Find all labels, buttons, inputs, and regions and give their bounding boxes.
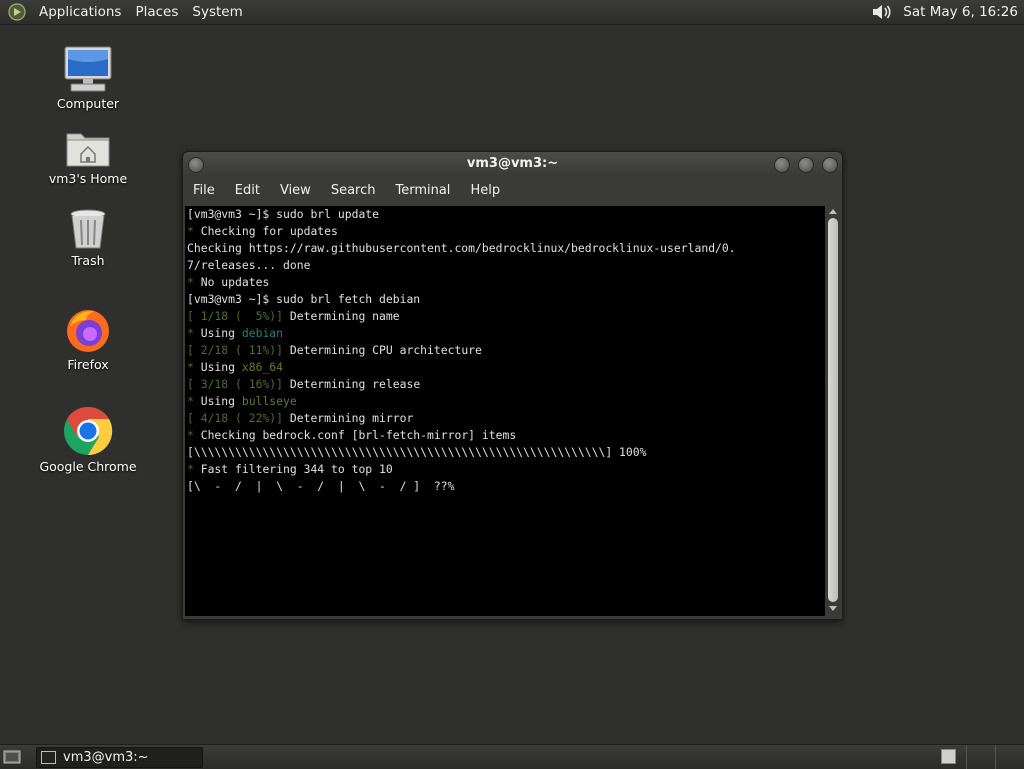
terminal-line: Checking https://raw.githubusercontent.c… [187,240,825,257]
terminal-text: bullseye [241,394,297,408]
terminal-line: [ 4/18 ( 22%)] Determining mirror [187,410,825,427]
terminal-text: Checking for updates [200,224,338,238]
applications-menu[interactable]: Applications [32,4,128,20]
scroll-up-arrow-icon[interactable] [829,209,837,214]
desktop-icon-label: vm3's Home [48,171,128,186]
terminal-text: Using [200,360,242,374]
desktop-icon-label: Firefox [67,357,109,372]
terminal-text: No updates [200,275,270,289]
top-panel: Applications Places System Sat May 6, 16… [0,0,1024,25]
terminal-text: [vm3@vm3 ~]$ sudo brl update [187,207,380,221]
desktop-icon-computer[interactable]: Computer [33,45,143,111]
terminal-line: [vm3@vm3 ~]$ sudo brl update [187,206,825,223]
minimize-button[interactable] [774,157,790,173]
terminal-text: Fast filtering 344 to top 10 [200,462,393,476]
places-menu[interactable]: Places [128,4,185,20]
terminal-text: debian [241,326,284,340]
menu-file[interactable]: File [183,183,225,198]
terminal-text: Determining mirror [283,411,414,425]
menu-search[interactable]: Search [321,183,386,198]
terminal-text: * [187,326,201,340]
terminal-scrollbar[interactable] [827,206,839,616]
window-title: vm3@vm3:~ [466,156,559,171]
taskbar-terminal-button[interactable]: vm3@vm3:~ [36,747,203,768]
terminal-text: * [187,394,201,408]
terminal-line: * Checking bedrock.conf [brl-fetch-mirro… [187,427,825,444]
terminal-text: * [187,360,201,374]
close-button[interactable] [822,157,838,173]
terminal-line: [ 1/18 ( 5%)] Determining name [187,308,825,325]
terminal-text: Determining name [283,309,400,323]
terminal-text: * [187,275,201,289]
clock[interactable]: Sat May 6, 16:26 [903,4,1018,20]
trash-icon [70,209,106,249]
maximize-button[interactable] [798,157,814,173]
desktop-icon-label: Trash [71,253,105,268]
terminal-text: [vm3@vm3 ~]$ sudo brl fetch debian [187,292,421,306]
desktop-icon-label: Google Chrome [39,459,137,474]
terminal-line: * Fast filtering 344 to top 10 [187,461,825,478]
home-folder-icon [66,133,110,167]
bottom-panel: vm3@vm3:~ [0,744,1024,769]
system-menu[interactable]: System [185,4,249,20]
taskbar-label: vm3@vm3:~ [63,750,149,765]
terminal-text: Checking bedrock.conf [brl-fetch-mirror]… [200,428,517,442]
volume-icon[interactable] [871,2,893,22]
terminal-text: Determining CPU architecture [283,343,482,357]
show-desktop-icon[interactable] [3,748,21,764]
window-menu-button[interactable] [188,157,204,173]
terminal-text: [ 1/18 ( 5%)] [187,309,284,323]
terminal-line: [vm3@vm3 ~]$ sudo brl fetch debian [187,291,825,308]
terminal-line: [\\\\\\\\\\\\\\\\\\\\\\\\\\\\\\\\\\\\\\\… [187,444,825,461]
terminal-window[interactable]: vm3@vm3:~ File Edit View Search Terminal… [182,151,843,620]
scrollbar-thumb[interactable] [828,218,838,602]
desktop-icon-label: Computer [56,96,120,111]
terminal-line: * Using debian [187,325,825,342]
terminal-line: [ 3/18 ( 16%)] Determining release [187,376,825,393]
terminal-line: * Using bullseye [187,393,825,410]
terminal-icon [41,751,56,764]
terminal-text: Determining release [283,377,421,391]
firefox-icon [67,310,109,352]
desktop-icon-chrome[interactable]: Google Chrome [33,406,143,474]
computer-icon [64,46,112,92]
menu-help[interactable]: Help [460,183,510,198]
workspace-switcher-1[interactable] [941,749,956,764]
menu-view[interactable]: View [270,183,321,198]
chrome-icon [64,406,113,456]
window-titlebar[interactable]: vm3@vm3:~ [183,152,842,176]
terminal-menubar: File Edit View Search Terminal Help [183,176,842,204]
terminal-line: * Checking for updates [187,223,825,240]
terminal-output[interactable]: [vm3@vm3 ~]$ sudo brl update * Checking f… [185,206,825,616]
terminal-text: [ 2/18 ( 11%)] [187,343,284,357]
terminal-text: [ 3/18 ( 16%)] [187,377,284,391]
terminal-line: * Using x86_64 [187,359,825,376]
menu-terminal[interactable]: Terminal [385,183,460,198]
terminal-line: [\ - / | \ - / | \ - / ] ??% [187,478,825,495]
terminal-line: * No updates [187,274,825,291]
terminal-text: * [187,428,201,442]
terminal-text: [\ - / | \ - / | \ - / ] ??% [187,479,455,493]
desktop-icon-trash[interactable]: Trash [33,208,143,268]
terminal-text: * [187,224,201,238]
terminal-text: Using [200,394,242,408]
scroll-down-arrow-icon[interactable] [829,606,837,611]
distro-logo-icon[interactable] [8,3,26,21]
terminal-text: [\\\\\\\\\\\\\\\\\\\\\\\\\\\\\\\\\\\\\\\… [187,445,647,459]
terminal-text: Checking https://raw.githubusercontent.c… [187,241,736,255]
terminal-text: 7/releases... done [187,258,311,272]
terminal-text: x86_64 [241,360,284,374]
workspace-divider [995,745,996,769]
menu-edit[interactable]: Edit [225,183,270,198]
terminal-text: Using [200,326,242,340]
desktop-icon-firefox[interactable]: Firefox [33,306,143,372]
terminal-line: [ 2/18 ( 11%)] Determining CPU architect… [187,342,825,359]
terminal-line: 7/releases... done [187,257,825,274]
workspace-divider [966,745,967,769]
desktop-icon-home[interactable]: vm3's Home [33,128,143,186]
terminal-text: [ 4/18 ( 22%)] [187,411,284,425]
terminal-text: * [187,462,201,476]
